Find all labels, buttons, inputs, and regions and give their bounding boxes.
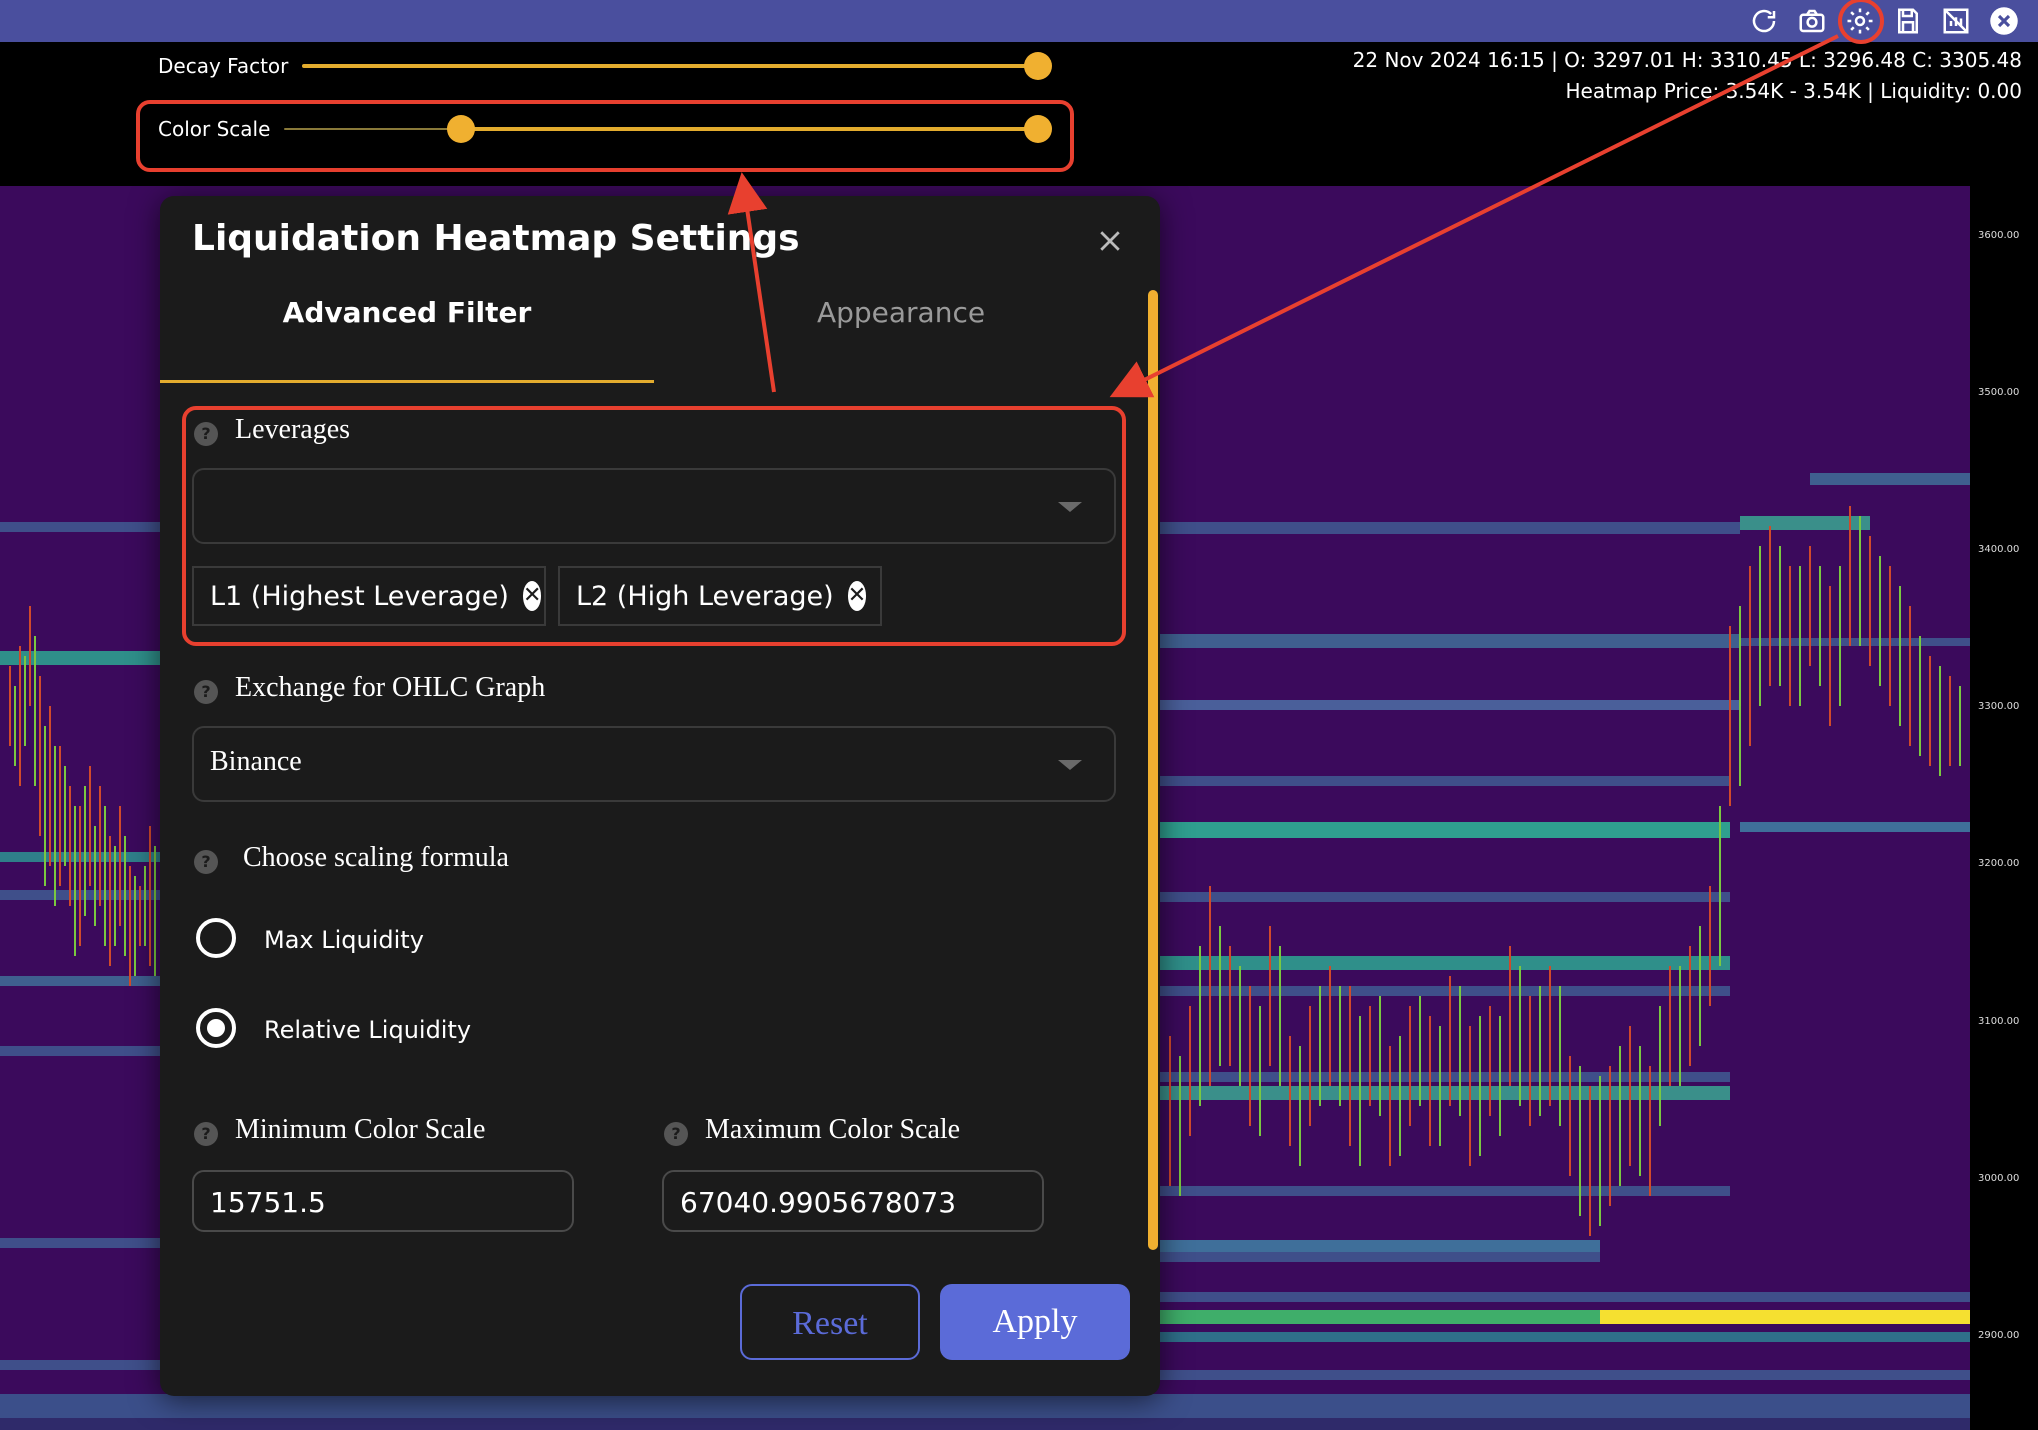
arrow-to-leverages bbox=[1109, 34, 1839, 398]
arrow-to-color-scale bbox=[727, 172, 776, 393]
annotation-arrows bbox=[727, 34, 1839, 398]
